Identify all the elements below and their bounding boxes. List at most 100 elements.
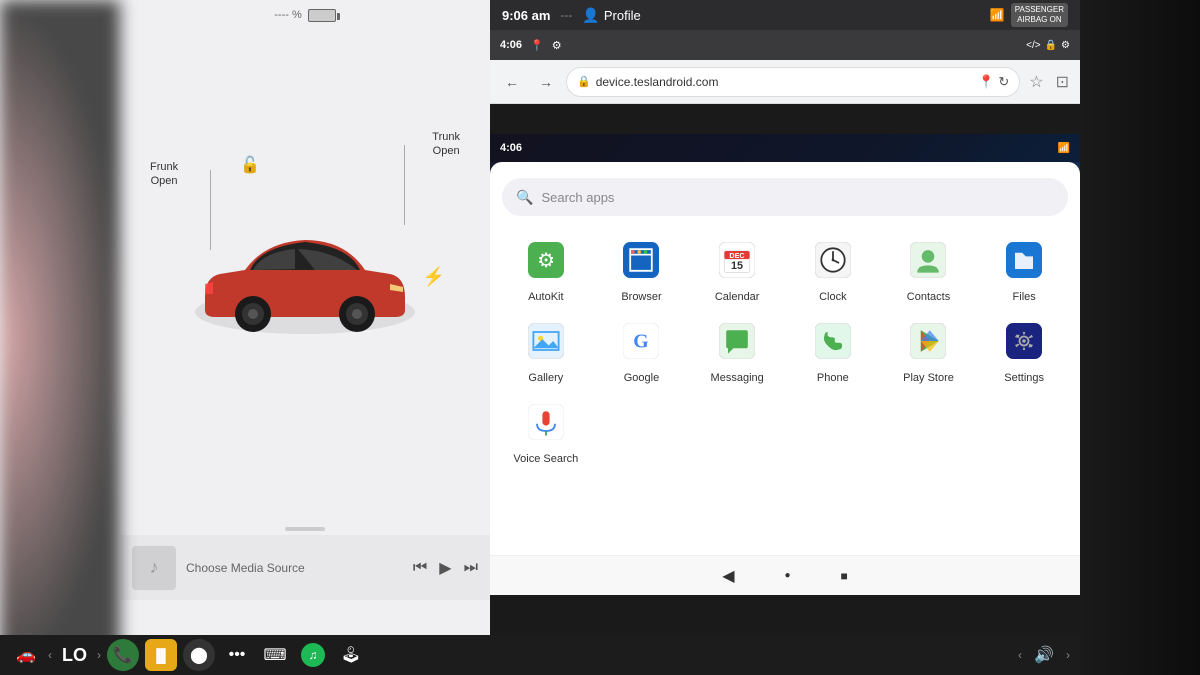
scroll-indicator bbox=[285, 527, 325, 531]
app-item-gallery[interactable]: Gallery bbox=[502, 315, 590, 384]
volume-icon[interactable]: 🔊 bbox=[1028, 639, 1060, 671]
media-player[interactable]: ♪ Choose Media Source ⏮ ▶ ⏭ bbox=[120, 535, 490, 600]
keyboard-taskbar-icon[interactable]: ⌨ bbox=[259, 639, 291, 671]
app-label-messaging: Messaging bbox=[711, 372, 764, 384]
right-blur-overlay bbox=[1080, 0, 1200, 675]
android-status-icons: </> 🔒 ⚙ bbox=[1026, 40, 1070, 51]
lo-prev-arrow[interactable]: ‹ bbox=[48, 648, 52, 662]
waveform-taskbar-icon[interactable]: ▐▌ bbox=[145, 639, 177, 671]
app-label-google: Google bbox=[624, 372, 659, 384]
app-label-calendar: Calendar bbox=[715, 291, 760, 303]
search-bar[interactable]: 🔍 Search apps bbox=[502, 178, 1068, 216]
apps-container: 🔍 Search apps ⚙ AutoKit Browser DEC15 Calend… bbox=[490, 162, 1080, 595]
svg-text:⚙: ⚙ bbox=[537, 250, 555, 272]
app-item-contacts[interactable]: Contacts bbox=[885, 234, 973, 303]
reload-icon[interactable]: ↻ bbox=[998, 74, 1009, 90]
car-view-area: Frunk Open Trunk Open 🔓 bbox=[120, 30, 490, 523]
android-inner-time: 4:06 bbox=[500, 142, 522, 154]
volume-next-arrow[interactable]: › bbox=[1066, 648, 1070, 662]
app-icon-contacts bbox=[902, 234, 954, 286]
android-code-icon: </> bbox=[1026, 40, 1040, 51]
lock-icon: 🔓 bbox=[240, 155, 260, 175]
lo-next-arrow[interactable]: › bbox=[97, 648, 101, 662]
app-icon-calendar: DEC15 bbox=[711, 234, 763, 286]
car-taskbar-icon[interactable]: 🚗 bbox=[10, 639, 42, 671]
separator-1: --- bbox=[560, 8, 572, 22]
forward-button[interactable]: → bbox=[532, 68, 560, 96]
spotify-taskbar-icon[interactable]: ♫ bbox=[297, 639, 329, 671]
nav-recents-button[interactable]: ■ bbox=[841, 569, 848, 583]
prev-track-button[interactable]: ⏮ bbox=[413, 559, 427, 577]
location-pin-icon[interactable]: 📍 bbox=[978, 74, 994, 90]
bookmark-icon[interactable]: ☆ bbox=[1026, 72, 1046, 92]
spotify-icon: ♫ bbox=[301, 643, 325, 667]
apps-grid: ⚙ AutoKit Browser DEC15 Calendar Clock Contact… bbox=[502, 234, 1068, 465]
camera-taskbar-icon[interactable]: ⬤ bbox=[183, 639, 215, 671]
app-item-browser[interactable]: Browser bbox=[598, 234, 686, 303]
app-item-settings[interactable]: Settings bbox=[980, 315, 1068, 384]
tesla-content: Frunk Open Trunk Open 🔓 bbox=[120, 30, 490, 600]
profile-area[interactable]: 👤 Profile bbox=[582, 7, 640, 24]
browser-nav-bar[interactable]: ← → 🔒 device.teslandroid.com 📍 ↻ ☆ ⊡ bbox=[490, 60, 1080, 104]
app-label-browser: Browser bbox=[621, 291, 661, 303]
android-gear-icon: ⚙ bbox=[1061, 40, 1070, 51]
joystick-taskbar-icon[interactable]: 🕹 bbox=[335, 639, 367, 671]
nav-back-button[interactable]: ◀ bbox=[722, 566, 734, 586]
media-controls[interactable]: ⏮ ▶ ⏭ bbox=[413, 558, 478, 578]
app-icon-phone bbox=[807, 315, 859, 367]
signal-text: ---- % bbox=[274, 9, 302, 21]
app-item-phone[interactable]: Phone bbox=[789, 315, 877, 384]
lo-display: LO bbox=[62, 645, 87, 666]
android-time: 4:06 bbox=[500, 39, 522, 51]
nav-home-button[interactable]: ● bbox=[785, 570, 791, 581]
browser-time: 9:06 am bbox=[502, 8, 550, 23]
media-thumbnail: ♪ bbox=[132, 546, 176, 590]
profile-icon: 👤 bbox=[582, 7, 599, 24]
android-inner-icons: 📶 bbox=[1058, 143, 1070, 154]
passenger-airbag-badge: PASSENGERAIRBAG ON bbox=[1011, 3, 1068, 26]
phone-taskbar-icon[interactable]: 📞 bbox=[107, 639, 139, 671]
svg-text:DEC: DEC bbox=[730, 251, 745, 260]
app-item-calendar[interactable]: DEC15 Calendar bbox=[693, 234, 781, 303]
android-phone-screen: 4:06 📶 🔍 Search apps ⚙ AutoKit Browser DEC1… bbox=[490, 134, 1080, 595]
android-bottom-nav[interactable]: ◀ ● ■ bbox=[490, 555, 1080, 595]
app-item-voice-search[interactable]: Voice Search bbox=[502, 396, 590, 465]
app-label-playstore: Play Store bbox=[903, 372, 954, 384]
app-item-clock[interactable]: Clock bbox=[789, 234, 877, 303]
back-button[interactable]: ← bbox=[498, 68, 526, 96]
dots-taskbar-icon[interactable]: ••• bbox=[221, 639, 253, 671]
lo-text: LO bbox=[62, 645, 87, 666]
app-item-autokit[interactable]: ⚙ AutoKit bbox=[502, 234, 590, 303]
app-label-files: Files bbox=[1013, 291, 1036, 303]
lock-icon: 🔒 bbox=[577, 75, 591, 88]
url-bar-icons[interactable]: 📍 ↻ bbox=[978, 74, 1009, 90]
app-icon-autokit: ⚙ bbox=[520, 234, 572, 286]
url-text: device.teslandroid.com bbox=[596, 75, 973, 89]
android-lock-icon: 🔒 bbox=[1045, 40, 1057, 51]
app-label-contacts: Contacts bbox=[907, 291, 950, 303]
svg-text:G: G bbox=[634, 330, 649, 352]
search-placeholder: Search apps bbox=[541, 190, 614, 205]
location-icon: 📍 bbox=[530, 39, 544, 52]
taskbar: 🚗 ‹ LO › 📞 ▐▌ ⬤ ••• ⌨ ♫ 🕹 ‹ 🔊 › bbox=[0, 635, 1080, 675]
mobile-status-bar: ---- % bbox=[120, 0, 490, 30]
next-track-button[interactable]: ⏭ bbox=[464, 559, 478, 577]
app-item-google[interactable]: G Google bbox=[598, 315, 686, 384]
app-item-playstore[interactable]: Play Store bbox=[885, 315, 973, 384]
volume-prev-arrow[interactable]: ‹ bbox=[1018, 648, 1022, 662]
app-item-files[interactable]: Files bbox=[980, 234, 1068, 303]
svg-text:15: 15 bbox=[731, 260, 743, 272]
play-button[interactable]: ▶ bbox=[439, 558, 451, 578]
battery-icon bbox=[308, 9, 336, 22]
tab-icon[interactable]: ⊡ bbox=[1053, 72, 1072, 92]
url-bar[interactable]: 🔒 device.teslandroid.com 📍 ↻ bbox=[566, 67, 1020, 97]
app-label-voice-search: Voice Search bbox=[513, 453, 578, 465]
charging-bolt-icon: ⚡ bbox=[423, 266, 445, 287]
profile-label: Profile bbox=[604, 8, 641, 23]
app-label-autokit: AutoKit bbox=[528, 291, 563, 303]
app-icon-google: G bbox=[615, 315, 667, 367]
app-label-clock: Clock bbox=[819, 291, 847, 303]
app-icon-browser bbox=[615, 234, 667, 286]
app-item-messaging[interactable]: Messaging bbox=[693, 315, 781, 384]
app-label-phone: Phone bbox=[817, 372, 849, 384]
